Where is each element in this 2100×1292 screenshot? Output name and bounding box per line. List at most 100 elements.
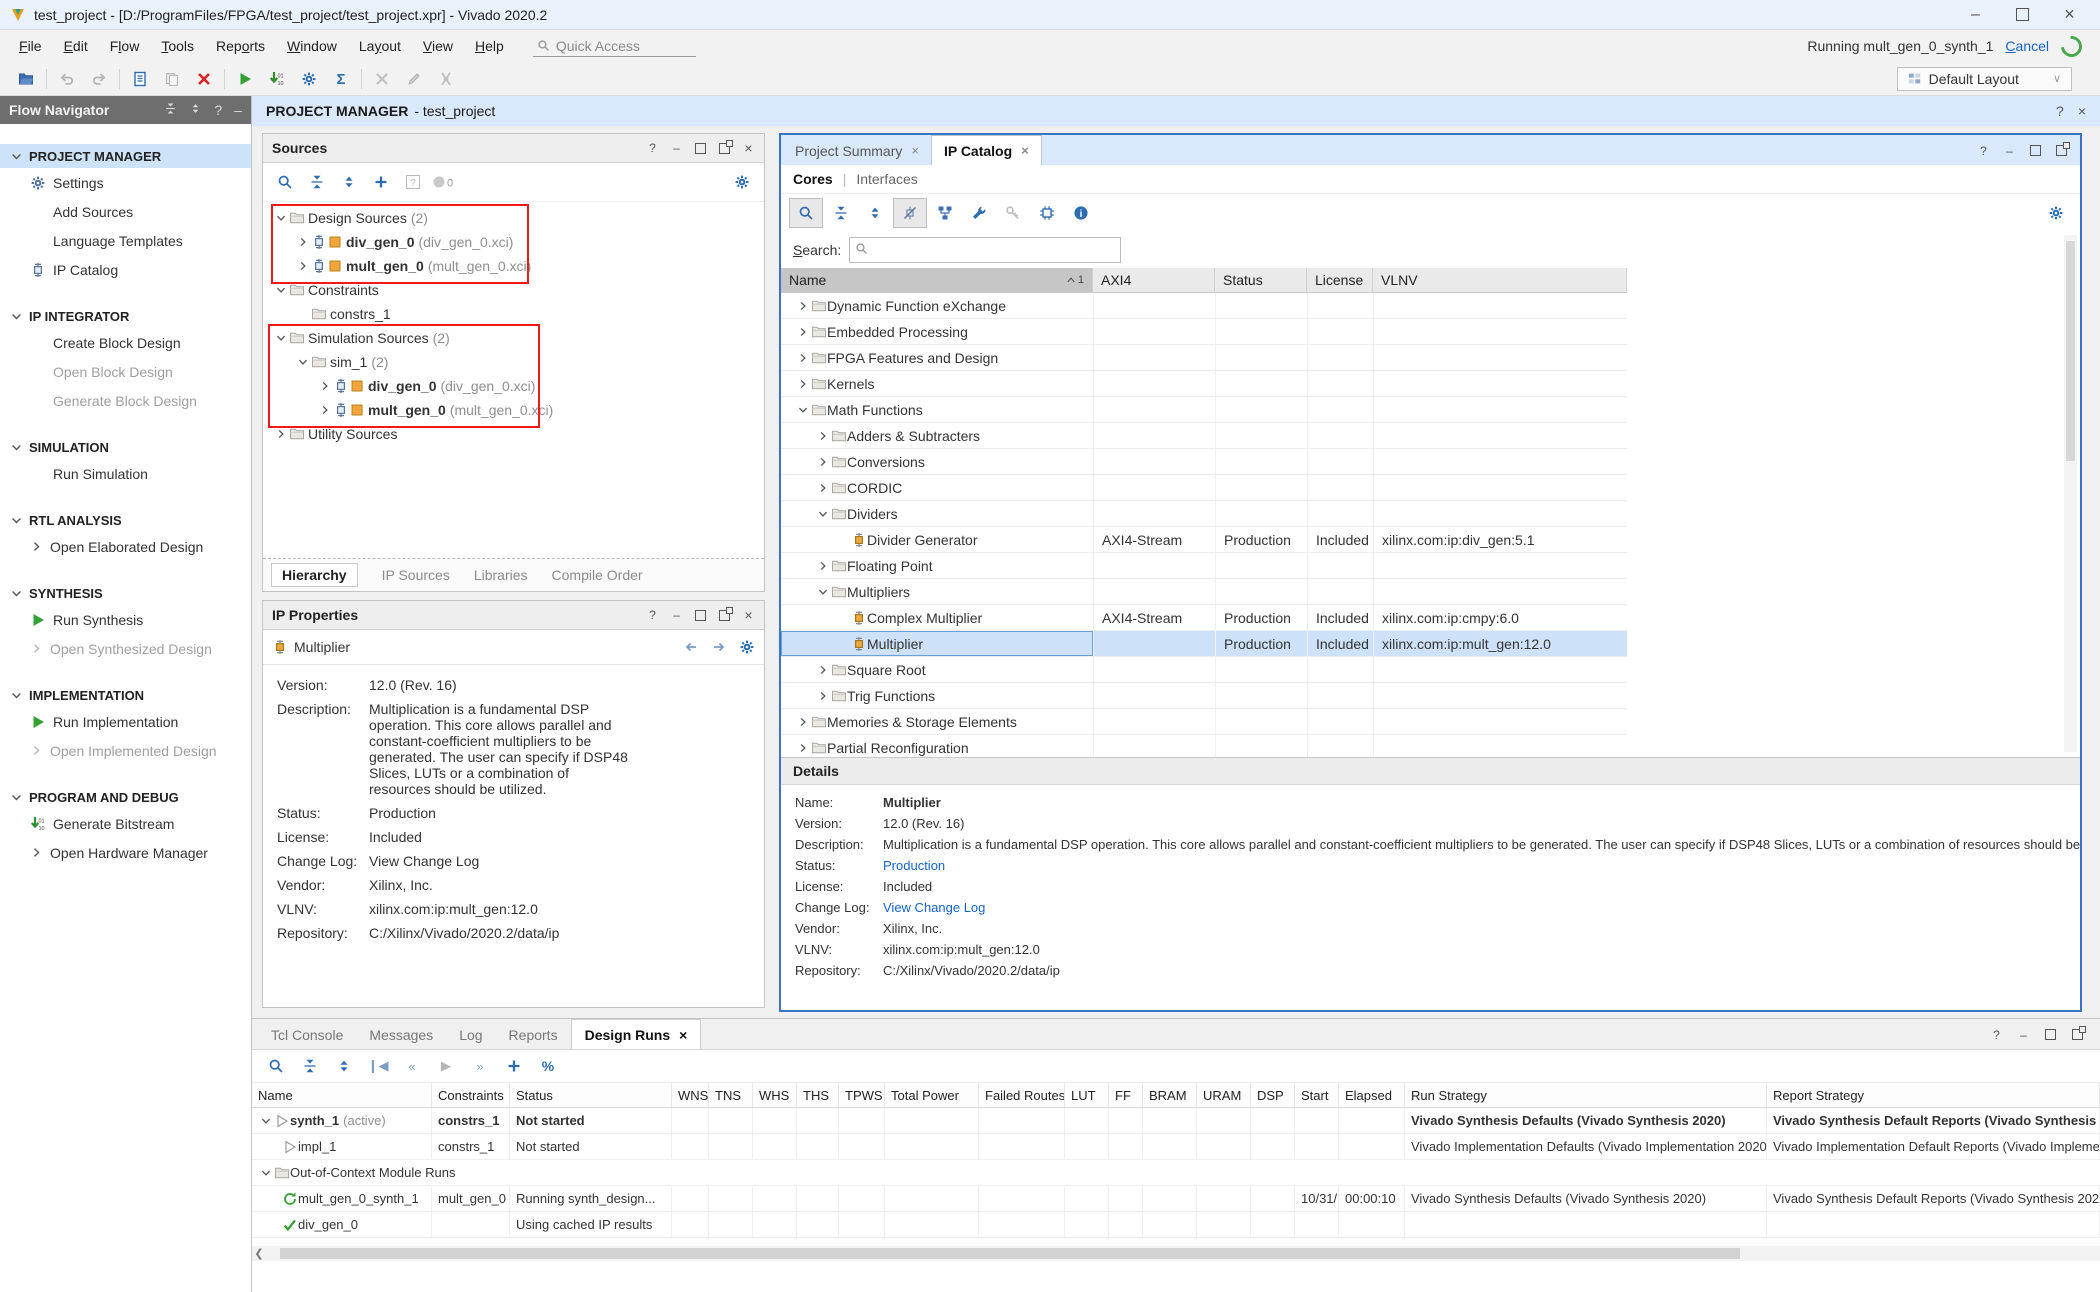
flownav-item-open-synthesized-design[interactable]: Open Synthesized Design xyxy=(0,634,251,663)
close-panel-icon[interactable]: × xyxy=(742,142,755,155)
sources-tab-hierarchy[interactable]: Hierarchy xyxy=(271,563,358,587)
chevron-right-icon[interactable] xyxy=(273,426,289,442)
run-column-header-elapsed[interactable]: Elapsed xyxy=(1339,1083,1405,1107)
catalog-expand-all-button[interactable] xyxy=(859,199,891,227)
property-value[interactable]: Production xyxy=(369,805,631,821)
chevron-right-icon[interactable] xyxy=(795,324,811,340)
source-tree-item-mult-gen-0[interactable]: mult_gen_0(mult_gen_0.xci) xyxy=(263,254,764,278)
horizontal-scrollbar[interactable]: ❮ xyxy=(252,1246,2100,1261)
flownav-header-project-manager[interactable]: PROJECT MANAGER xyxy=(0,144,251,168)
flownav-item-language-templates[interactable]: Language Templates xyxy=(0,226,251,255)
run-column-header-wns[interactable]: WNS xyxy=(672,1083,709,1107)
chevron-down-icon[interactable] xyxy=(815,584,831,600)
catalog-row-cordic[interactable]: CORDIC xyxy=(781,475,1627,501)
column-header-status[interactable]: Status xyxy=(1215,268,1307,292)
chevron-right-icon[interactable] xyxy=(795,740,811,756)
menu-tools[interactable]: Tools xyxy=(150,34,205,58)
vertical-scrollbar[interactable]: ⌄⌄ xyxy=(2064,235,2077,752)
toolbar-redo-button[interactable] xyxy=(83,65,115,93)
chevron-down-icon[interactable] xyxy=(795,402,811,418)
chevron-right-icon[interactable] xyxy=(815,480,831,496)
source-tree-item-div-gen-0[interactable]: div_gen_0(div_gen_0.xci) xyxy=(263,230,764,254)
runs-step-forward-button[interactable]: » xyxy=(464,1052,496,1080)
source-tree-item-mult-gen-0[interactable]: mult_gen_0(mult_gen_0.xci) xyxy=(263,398,764,422)
flownav-item-generate-block-design[interactable]: Generate Block Design xyxy=(0,386,251,415)
menu-edit[interactable]: Edit xyxy=(53,34,99,58)
flownav-item-settings[interactable]: Settings xyxy=(0,168,251,197)
menu-help[interactable]: Help xyxy=(464,34,515,58)
toolbar-debug-button[interactable] xyxy=(430,65,462,93)
chevron-right-icon[interactable] xyxy=(317,378,333,394)
source-tree-item-design-sources[interactable]: Design Sources(2) xyxy=(263,206,764,230)
maximize-button[interactable] xyxy=(2016,8,2029,21)
toolbar-edit-button[interactable] xyxy=(398,65,430,93)
sources-settings-button[interactable] xyxy=(726,168,758,196)
close-tab-icon[interactable]: × xyxy=(911,143,919,158)
catalog-row-multiplier[interactable]: MultiplierProductionIncludedxilinx.com:i… xyxy=(781,631,1627,657)
toolbar-sum-report-button[interactable]: Σ xyxy=(325,65,357,93)
catalog-collapse-all-button[interactable] xyxy=(825,199,857,227)
catalog-settings-button[interactable] xyxy=(2040,199,2072,227)
runs-collapse-all-button[interactable] xyxy=(294,1052,326,1080)
flownav-item-open-block-design[interactable]: Open Block Design xyxy=(0,357,251,386)
run-column-header-run-strategy[interactable]: Run Strategy xyxy=(1405,1083,1767,1107)
catalog-row-dividers[interactable]: Dividers xyxy=(781,501,1627,527)
property-value[interactable]: View Change Log xyxy=(369,853,631,869)
catalog-row-dynamic-function-exchange[interactable]: Dynamic Function eXchange xyxy=(781,293,1627,319)
menu-window[interactable]: Window xyxy=(276,34,348,58)
run-column-header-dsp[interactable]: DSP xyxy=(1251,1083,1295,1107)
collapse-all-icon[interactable] xyxy=(164,102,177,115)
close-button[interactable]: × xyxy=(2063,8,2076,21)
details-value[interactable]: Production xyxy=(883,858,945,873)
toolbar-undo-button[interactable] xyxy=(51,65,83,93)
scrollbar-thumb[interactable] xyxy=(2066,241,2075,461)
toolbar-delete-button[interactable] xyxy=(188,65,220,93)
flownav-item-open-implemented-design[interactable]: Open Implemented Design xyxy=(0,736,251,765)
runs-percent-button[interactable]: % xyxy=(532,1052,564,1080)
flownav-item-add-sources[interactable]: Add Sources xyxy=(0,197,251,226)
close-tab-icon[interactable]: × xyxy=(1021,143,1029,158)
menu-view[interactable]: View xyxy=(412,34,464,58)
run-column-header-ff[interactable]: FF xyxy=(1109,1083,1143,1107)
quick-access-search[interactable]: Quick Access xyxy=(533,36,696,57)
chevron-right-icon[interactable] xyxy=(815,688,831,704)
help-icon[interactable]: ? xyxy=(2056,103,2064,119)
flownav-item-ip-catalog[interactable]: IP Catalog xyxy=(0,255,251,284)
maximize-panel-icon[interactable] xyxy=(694,609,707,622)
editor-tab-project-summary[interactable]: Project Summary× xyxy=(783,136,931,165)
chevron-down-icon[interactable] xyxy=(258,1165,274,1181)
chevron-down-icon[interactable] xyxy=(273,282,289,298)
gear-icon[interactable] xyxy=(739,639,755,655)
catalog-row-math-functions[interactable]: Math Functions xyxy=(781,397,1627,423)
sources-expand-all-button[interactable] xyxy=(333,168,365,196)
tab-cores[interactable]: Cores xyxy=(793,171,833,187)
catalog-row-square-root[interactable]: Square Root xyxy=(781,657,1627,683)
menu-flow[interactable]: Flow xyxy=(99,34,151,58)
scrollbar-thumb[interactable] xyxy=(280,1248,1740,1259)
flownav-item-open-elaborated-design[interactable]: Open Elaborated Design xyxy=(0,532,251,561)
catalog-row-memories-storage-elements[interactable]: Memories & Storage Elements xyxy=(781,709,1627,735)
source-tree-item-constrs-1[interactable]: constrs_1 xyxy=(263,302,764,326)
close-icon[interactable]: × xyxy=(2078,103,2086,119)
editor-tab-ip-catalog[interactable]: IP Catalog× xyxy=(931,135,1042,165)
minimize-panel-icon[interactable]: – xyxy=(234,102,242,118)
run-column-header-tns[interactable]: TNS xyxy=(709,1083,753,1107)
flownav-item-run-implementation[interactable]: Run Implementation xyxy=(0,707,251,736)
maximize-panel-icon[interactable] xyxy=(2044,1028,2057,1041)
expand-collapse-icon[interactable] xyxy=(189,102,202,115)
toolbar-run-button[interactable] xyxy=(229,65,261,93)
catalog-row-embedded-processing[interactable]: Embedded Processing xyxy=(781,319,1627,345)
layout-selector[interactable]: Default Layout ∨ xyxy=(1897,67,2072,91)
source-tree-item-utility-sources[interactable]: Utility Sources xyxy=(263,422,764,446)
catalog-ip-information-button[interactable]: i xyxy=(1065,199,1097,227)
results-tab-reports[interactable]: Reports xyxy=(496,1020,571,1049)
run-column-header-whs[interactable]: WHS xyxy=(753,1083,797,1107)
catalog-row-fpga-features-and-design[interactable]: FPGA Features and Design xyxy=(781,345,1627,371)
source-tree-item-simulation-sources[interactable]: Simulation Sources(2) xyxy=(263,326,764,350)
close-panel-icon[interactable]: × xyxy=(742,609,755,622)
minimize-button[interactable]: – xyxy=(1969,8,1982,21)
runs-play-button[interactable]: ▶ xyxy=(430,1052,462,1080)
catalog-device-view-button[interactable] xyxy=(1031,199,1063,227)
run-column-header-ths[interactable]: THS xyxy=(797,1083,839,1107)
details-value[interactable]: View Change Log xyxy=(883,900,985,915)
